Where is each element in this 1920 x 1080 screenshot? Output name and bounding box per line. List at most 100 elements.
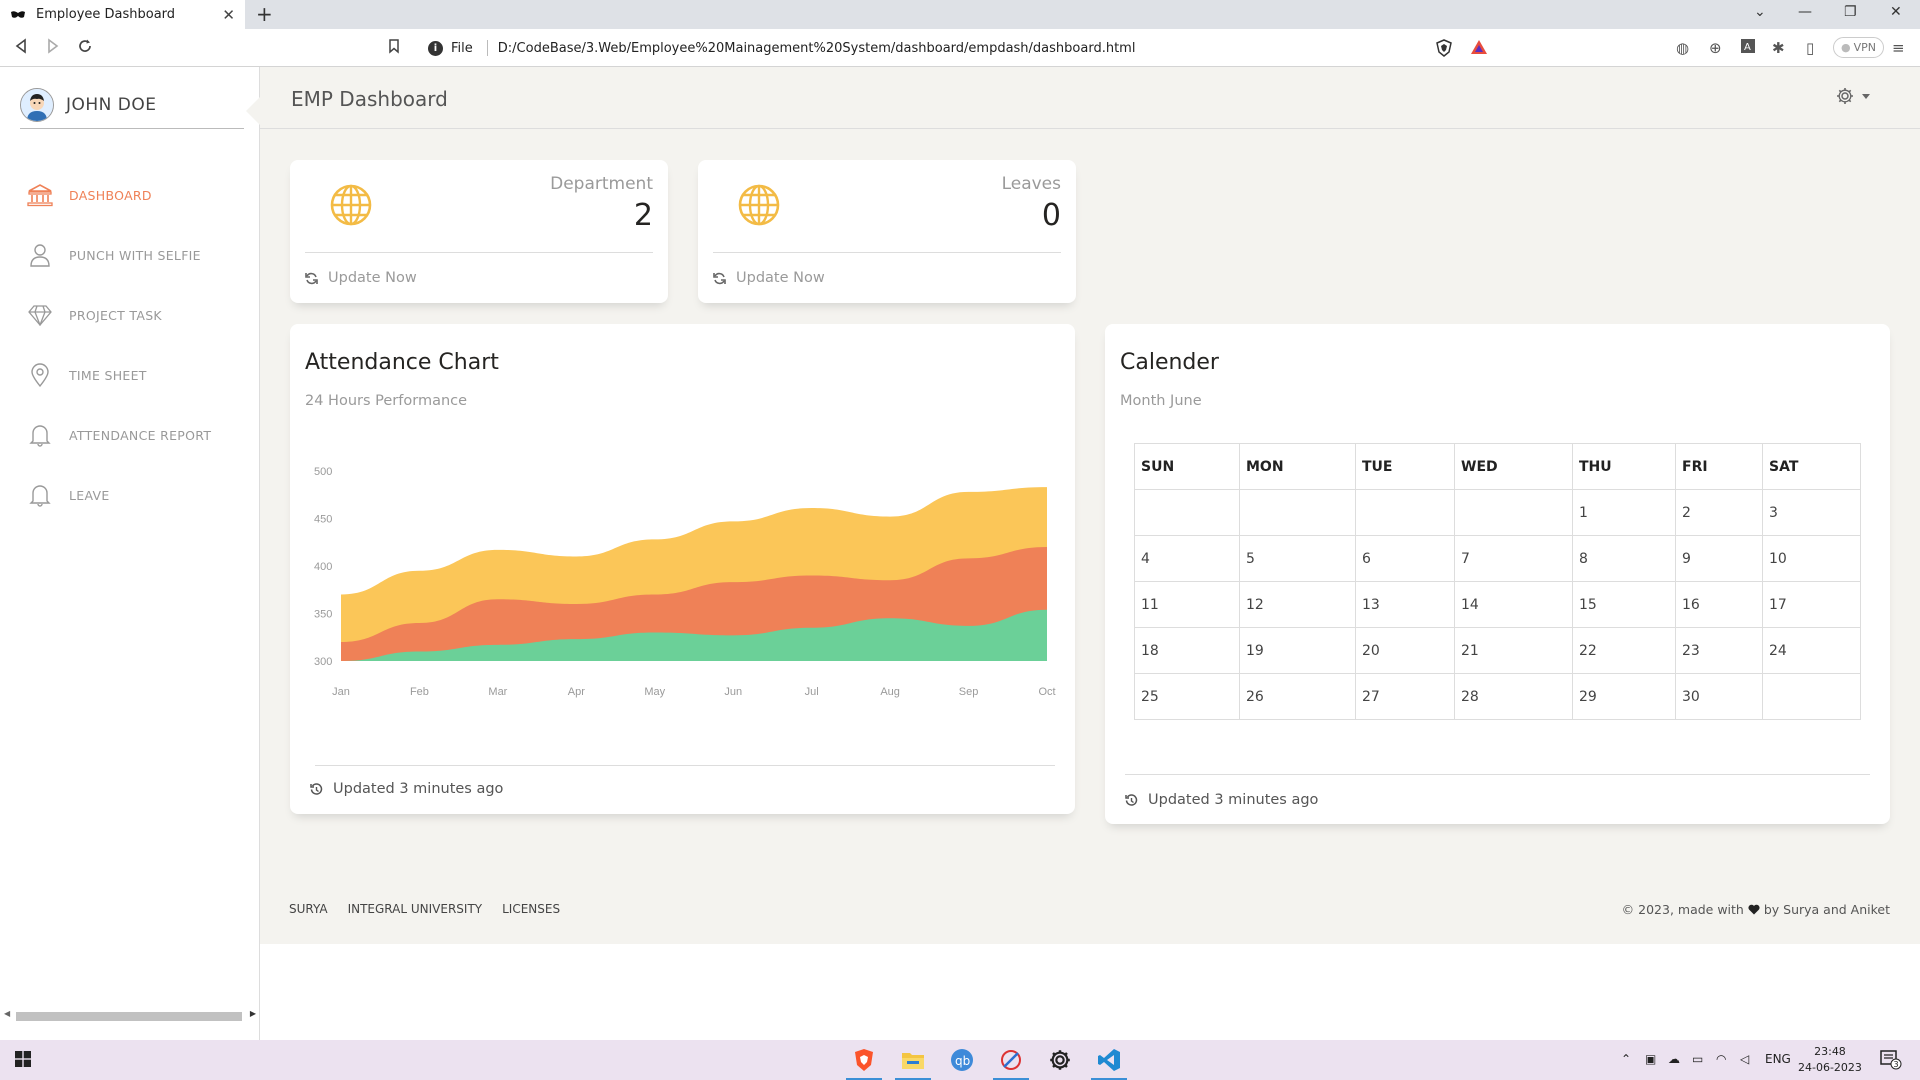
puzzle-icon[interactable]: ✱ [1772,39,1785,57]
clock[interactable]: 23:48 24-06-2023 [1798,1044,1862,1076]
taskbar-qbittorrent-icon[interactable]: qb [938,1040,986,1080]
tray-device-icon[interactable]: ▣ [1645,1052,1656,1066]
calendar-day-cell[interactable]: 27 [1355,673,1455,720]
calendar-day-cell[interactable]: 13 [1355,581,1455,628]
calendar-day-cell[interactable]: 5 [1239,535,1356,582]
calendar-day-cell[interactable] [1134,489,1240,536]
calendar-day-cell[interactable]: 9 [1675,535,1763,582]
calendar-day-cell[interactable]: 15 [1572,581,1676,628]
calendar-day-cell[interactable]: 12 [1239,581,1356,628]
chevron-down-icon[interactable] [1862,93,1870,99]
calendar-day-cell[interactable] [1454,489,1573,536]
extension-a-icon[interactable]: A [1741,39,1755,53]
rewards-icon[interactable] [1470,39,1488,55]
battery-icon[interactable]: ▭ [1692,1052,1703,1066]
forward-icon[interactable] [46,38,60,54]
taskbar-settings-icon[interactable] [1036,1040,1084,1080]
calendar-day-cell[interactable]: 16 [1675,581,1763,628]
sidebar-item-punch-with-selfie[interactable]: PUNCH WITH SELFIE [0,225,260,285]
address-bar[interactable]: i File D:/CodeBase/3.Web/Employee%20Main… [416,34,1496,62]
tab-search-icon[interactable]: ⌄ [1754,4,1766,20]
y-tick-label: 500 [314,466,332,478]
user-name: JOHN DOE [66,95,157,115]
url-text[interactable]: D:/CodeBase/3.Web/Employee%20Mainagement… [498,41,1136,56]
calendar-day-cell[interactable]: 10 [1762,535,1861,582]
vpn-button[interactable]: ● VPN [1833,37,1884,58]
wifi-icon[interactable]: ◠ [1716,1052,1726,1066]
footer-link-integral-university[interactable]: INTEGRAL UNIVERSITY [348,902,483,916]
sidebar-item-attendance-report[interactable]: ATTENDANCE REPORT [0,405,260,465]
browser-tab[interactable]: Employee Dashboard ✕ [0,0,245,29]
back-icon[interactable] [14,38,28,54]
calendar-day-cell[interactable]: 20 [1355,627,1455,674]
volume-icon[interactable]: ◁ [1740,1052,1749,1066]
calendar-day-cell[interactable]: 28 [1454,673,1573,720]
calendar-day-cell[interactable]: 30 [1675,673,1763,720]
taskbar-brave-icon[interactable] [840,1040,888,1080]
scroll-right-icon[interactable]: ▶ [250,1009,256,1018]
update-now-link[interactable]: Update Now [305,270,417,286]
minimize-icon[interactable]: — [1798,4,1812,20]
calendar-day-cell[interactable]: 24 [1762,627,1861,674]
taskbar-explorer-icon[interactable] [889,1040,937,1080]
close-window-icon[interactable]: ✕ [1890,4,1902,20]
calendar-day-cell[interactable]: 21 [1454,627,1573,674]
sidebar-toggle-icon[interactable]: ▯ [1806,39,1814,57]
calendar-day-cell[interactable]: 18 [1134,627,1240,674]
new-tab-button[interactable]: + [256,2,273,26]
calendar-day-cell[interactable]: 17 [1762,581,1861,628]
sidebar-item-leave[interactable]: LEAVE [0,465,260,525]
brave-shield-icon[interactable] [1436,39,1452,57]
settings-dropdown[interactable] [1836,87,1870,105]
update-now-link[interactable]: Update Now [713,270,825,286]
calendar-day-cell[interactable]: 6 [1355,535,1455,582]
calendar-day-cell[interactable]: 11 [1134,581,1240,628]
calendar-day-cell[interactable]: 19 [1239,627,1356,674]
bookmark-icon[interactable] [388,38,400,54]
gear-icon[interactable] [1836,87,1854,105]
footer-link-licenses[interactable]: LICENSES [502,902,560,916]
scrollbar-thumb[interactable] [16,1012,242,1021]
calendar-day-cell[interactable] [1239,489,1356,536]
calendar-day-cell[interactable] [1355,489,1455,536]
copyright: © 2023, made with by Surya and Aniket [1622,902,1890,917]
user-icon [27,242,53,268]
calendar-day-cell[interactable]: 8 [1572,535,1676,582]
sidebar-item-project-task[interactable]: PROJECT TASK [0,285,260,345]
calendar-day-cell[interactable]: 2 [1675,489,1763,536]
taskbar-vscode-icon[interactable] [1085,1040,1133,1080]
calendar-day-cell[interactable]: 4 [1134,535,1240,582]
sidebar-user[interactable]: JOHN DOE [20,82,244,129]
translate-icon[interactable]: ◍ [1676,39,1689,57]
calendar-day-cell[interactable]: 23 [1675,627,1763,674]
tray-chevron-icon[interactable]: ⌃ [1621,1052,1631,1066]
calendar-day-cell[interactable]: 26 [1239,673,1356,720]
taskbar-tool-icon[interactable] [987,1040,1035,1080]
scroll-left-icon[interactable]: ◀ [4,1009,10,1018]
calendar-day-cell[interactable]: 22 [1572,627,1676,674]
sidebar-item-dashboard[interactable]: DASHBOARD [0,165,260,225]
stat-card-department: Department 2 Update Now [290,160,668,303]
tray-cloud-icon[interactable]: ☁ [1668,1052,1680,1066]
calendar-day-cell[interactable]: 3 [1762,489,1861,536]
windows-start-icon[interactable] [15,1051,31,1067]
calendar-day-cell[interactable] [1762,673,1861,720]
language-indicator[interactable]: ENG [1765,1052,1791,1066]
tab-close-icon[interactable]: ✕ [222,6,235,24]
divider [305,252,653,253]
reload-icon[interactable] [77,38,93,54]
calendar-day-cell[interactable]: 7 [1454,535,1573,582]
calendar-day-cell[interactable]: 14 [1454,581,1573,628]
globe-icon[interactable]: ⊕ [1709,39,1722,57]
x-tick-label: Jan [332,686,350,698]
calendar-day-cell[interactable]: 25 [1134,673,1240,720]
notifications-icon[interactable]: 3 [1880,1050,1902,1070]
sidebar-scrollbar[interactable]: ◀ ▶ [4,1009,256,1023]
restore-icon[interactable]: ❐ [1844,4,1857,20]
info-icon[interactable]: i [428,40,443,56]
footer-link-surya[interactable]: SURYA [289,902,328,916]
calendar-day-cell[interactable]: 29 [1572,673,1676,720]
menu-icon[interactable]: ≡ [1892,39,1905,57]
calendar-day-cell[interactable]: 1 [1572,489,1676,536]
sidebar-item-time-sheet[interactable]: TIME SHEET [0,345,260,405]
